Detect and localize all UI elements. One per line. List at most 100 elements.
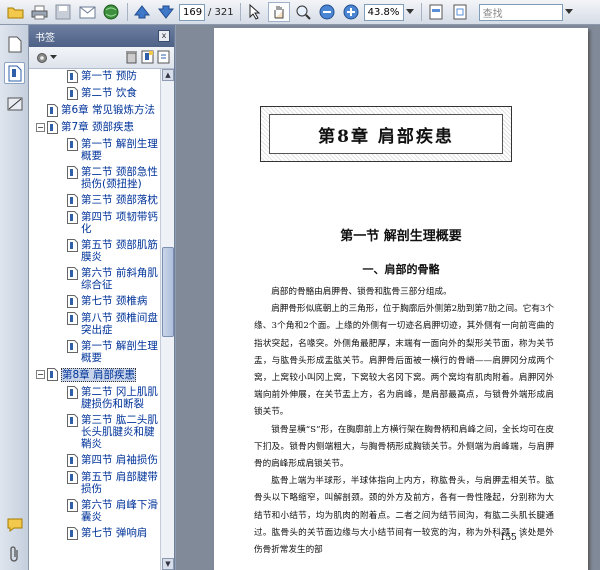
bookmark-icon <box>67 87 78 100</box>
previous-page-icon[interactable] <box>131 2 153 22</box>
bookmarks-panel: 书签 x 第一节 预防 第二节 饮食第6章 常见锻炼方法 − 第7章 颈部疾患第一节 … <box>29 25 175 570</box>
scroll-down-arrow-icon[interactable]: ▼ <box>162 558 174 570</box>
bookmark-item[interactable]: 第四节 项韧带钙化 <box>29 210 160 238</box>
options-gear-icon[interactable] <box>35 51 57 65</box>
bookmark-icon <box>67 138 78 151</box>
fit-width-icon[interactable] <box>425 2 447 22</box>
toolbar-separator <box>239 3 241 21</box>
paragraph: 肩胛骨形似底朝上的三角形，位于胸廓后外侧第2肋到第7肋之间。它有3个缘、3个角和… <box>254 304 554 418</box>
scroll-up-arrow-icon[interactable]: ▲ <box>162 69 174 81</box>
bookmark-icon <box>47 104 58 117</box>
bookmark-label: 第五节 肩部腱带损伤 <box>81 471 158 495</box>
bookmark-scrollbar[interactable]: ▲ ▼ <box>160 69 174 570</box>
comments-panel-icon[interactable] <box>4 514 25 536</box>
expand-bookmark-icon[interactable] <box>157 50 170 67</box>
open-folder-icon[interactable] <box>4 2 26 22</box>
bookmark-icon <box>67 211 78 224</box>
collapse-toggle-icon[interactable]: − <box>36 123 45 132</box>
bookmark-item[interactable]: 第七节 弹响肩 <box>29 526 160 543</box>
panel-close-button[interactable]: x <box>158 30 170 42</box>
bookmark-item[interactable]: 第一节 解剖生理概要 <box>29 137 160 165</box>
collapse-toggle-icon[interactable]: − <box>36 370 45 379</box>
bookmark-item[interactable]: 第6章 常见锻炼方法 <box>29 103 160 120</box>
email-icon[interactable] <box>76 2 98 22</box>
bookmark-item[interactable]: 第八节 颈椎间盘突出症 <box>29 311 160 339</box>
bookmark-item[interactable]: 第五节 颈部肌筋膜炎 <box>29 238 160 266</box>
bookmark-icon <box>67 527 78 540</box>
navigation-icon-strip <box>0 25 29 570</box>
bookmark-label: 第7章 颈部疾患 <box>61 121 135 133</box>
bookmarks-panel-header: 书签 x <box>29 25 174 47</box>
bookmarks-panel-icon[interactable] <box>4 62 25 84</box>
bookmark-item[interactable]: 第一节 预防 <box>29 69 160 86</box>
bookmarks-panel-title: 书签 <box>35 32 55 44</box>
bookmark-icon <box>67 454 78 467</box>
search-placeholder: 查找 <box>482 8 503 20</box>
bookmark-item[interactable]: 第五节 肩部腱带损伤 <box>29 470 160 498</box>
zoom-dropdown-chevron-icon[interactable] <box>404 2 416 22</box>
search-dropdown-chevron-icon[interactable] <box>563 2 575 22</box>
bookmark-item[interactable]: 第四节 肩袖损伤 <box>29 453 160 470</box>
bookmark-item[interactable]: 第七节 颈椎病 <box>29 294 160 311</box>
bookmark-label: 第七节 弹响肩 <box>81 527 148 539</box>
delete-bookmark-icon[interactable] <box>125 50 138 67</box>
select-cursor-icon[interactable] <box>244 2 266 22</box>
paragraph: 锁骨呈横“S”形，在胸廓前上方横行架在胸骨柄和肩峰之间，全长均可在皮下扪及。锁骨… <box>254 424 554 470</box>
toolbar-separator <box>420 3 422 21</box>
signatures-panel-icon[interactable] <box>4 93 25 115</box>
zoom-in-icon[interactable] <box>340 2 362 22</box>
bookmark-label: 第6章 常见锻炼方法 <box>61 104 156 116</box>
bookmark-item[interactable]: 第一节 解剖生理概要 <box>29 339 160 367</box>
section-title: 第一节 解剖生理概要 <box>340 229 462 244</box>
next-page-icon[interactable] <box>155 2 177 22</box>
page-total: / 321 <box>208 6 234 18</box>
paragraph: 肩部的骨骼由肩胛骨、锁骨和肱骨三部分组成。 <box>271 287 452 297</box>
bookmark-item[interactable]: 第六节 肩峰下滑囊炎 <box>29 498 160 526</box>
bookmark-label: 第一节 解剖生理概要 <box>81 340 158 364</box>
fit-page-icon[interactable] <box>449 2 471 22</box>
bookmarks-toolbar <box>29 47 174 69</box>
zoom-out-icon[interactable] <box>316 2 338 22</box>
attachments-panel-icon[interactable] <box>4 543 25 565</box>
bookmark-label: 第八节 颈椎间盘突出症 <box>81 312 158 336</box>
bookmark-label: 第七节 颈椎病 <box>81 295 148 307</box>
bookmark-item[interactable]: − 第8章 肩部疾患 <box>29 367 160 385</box>
bookmark-icon <box>67 471 78 484</box>
bookmark-icon <box>67 70 78 83</box>
save-icon[interactable] <box>52 2 74 22</box>
bookmark-label: 第二节 饮食 <box>81 87 137 99</box>
paragraph: 肱骨上端为半球形，半球体指向上内方，称肱骨头，与肩胛盂相关节。肱骨头以下略缩窄，… <box>254 476 554 556</box>
bookmark-item[interactable]: 第二节 饮食 <box>29 86 160 103</box>
bookmark-item[interactable]: − 第7章 颈部疾患 <box>29 120 160 137</box>
bookmark-icon <box>67 267 78 280</box>
share-globe-icon[interactable] <box>100 2 122 22</box>
new-bookmark-icon[interactable] <box>141 50 154 67</box>
bookmark-label: 第一节 预防 <box>81 70 137 82</box>
bookmark-item[interactable]: 第二节 冈上肌肌腱损伤和断裂 <box>29 385 160 413</box>
bookmark-item[interactable]: 第三节 颈部落枕 <box>29 193 160 210</box>
search-input[interactable]: 查找 <box>478 3 563 21</box>
bookmark-label: 第二节 颈部急性损伤(颈扭挫) <box>81 166 158 190</box>
print-icon[interactable] <box>28 2 50 22</box>
bookmark-item[interactable]: 第三节 肱二头肌长头肌腱炎和腱鞘炎 <box>29 413 160 453</box>
zoom-level-value: 43.8% <box>367 6 400 18</box>
bookmark-icon <box>67 194 78 207</box>
bookmark-label: 第三节 颈部落枕 <box>81 194 158 206</box>
bookmark-label: 第四节 肩袖损伤 <box>81 454 158 466</box>
bookmark-item[interactable]: 第二节 颈部急性损伤(颈扭挫) <box>29 165 160 193</box>
hand-tool-icon[interactable] <box>267 2 290 22</box>
chapter-title-frame: 第8章 肩部疾患 <box>260 106 512 162</box>
bookmark-icon <box>47 121 58 134</box>
scrollbar-thumb[interactable] <box>162 247 174 337</box>
zoom-level-input[interactable]: 43.8% <box>363 3 404 21</box>
zoom-marquee-icon[interactable] <box>292 2 314 22</box>
bookmark-label: 第四节 项韧带钙化 <box>81 211 158 235</box>
bookmark-label: 第五节 颈部肌筋膜炎 <box>81 239 158 263</box>
bookmark-item[interactable]: 第六节 前斜角肌综合征 <box>29 266 160 294</box>
bookmark-label: 第8章 肩部疾患 <box>61 368 137 382</box>
bookmark-icon <box>67 499 78 512</box>
document-page: 第8章 肩部疾患 第一节 解剖生理概要 一、肩部的骨骼 肩部的骨骼由肩胛骨、锁骨… <box>214 28 588 570</box>
page-number-input[interactable]: 169 <box>179 3 205 21</box>
document-viewport[interactable]: 第8章 肩部疾患 第一节 解剖生理概要 一、肩部的骨骼 肩部的骨骼由肩胛骨、锁骨… <box>176 25 600 570</box>
pages-panel-icon[interactable] <box>4 33 25 55</box>
